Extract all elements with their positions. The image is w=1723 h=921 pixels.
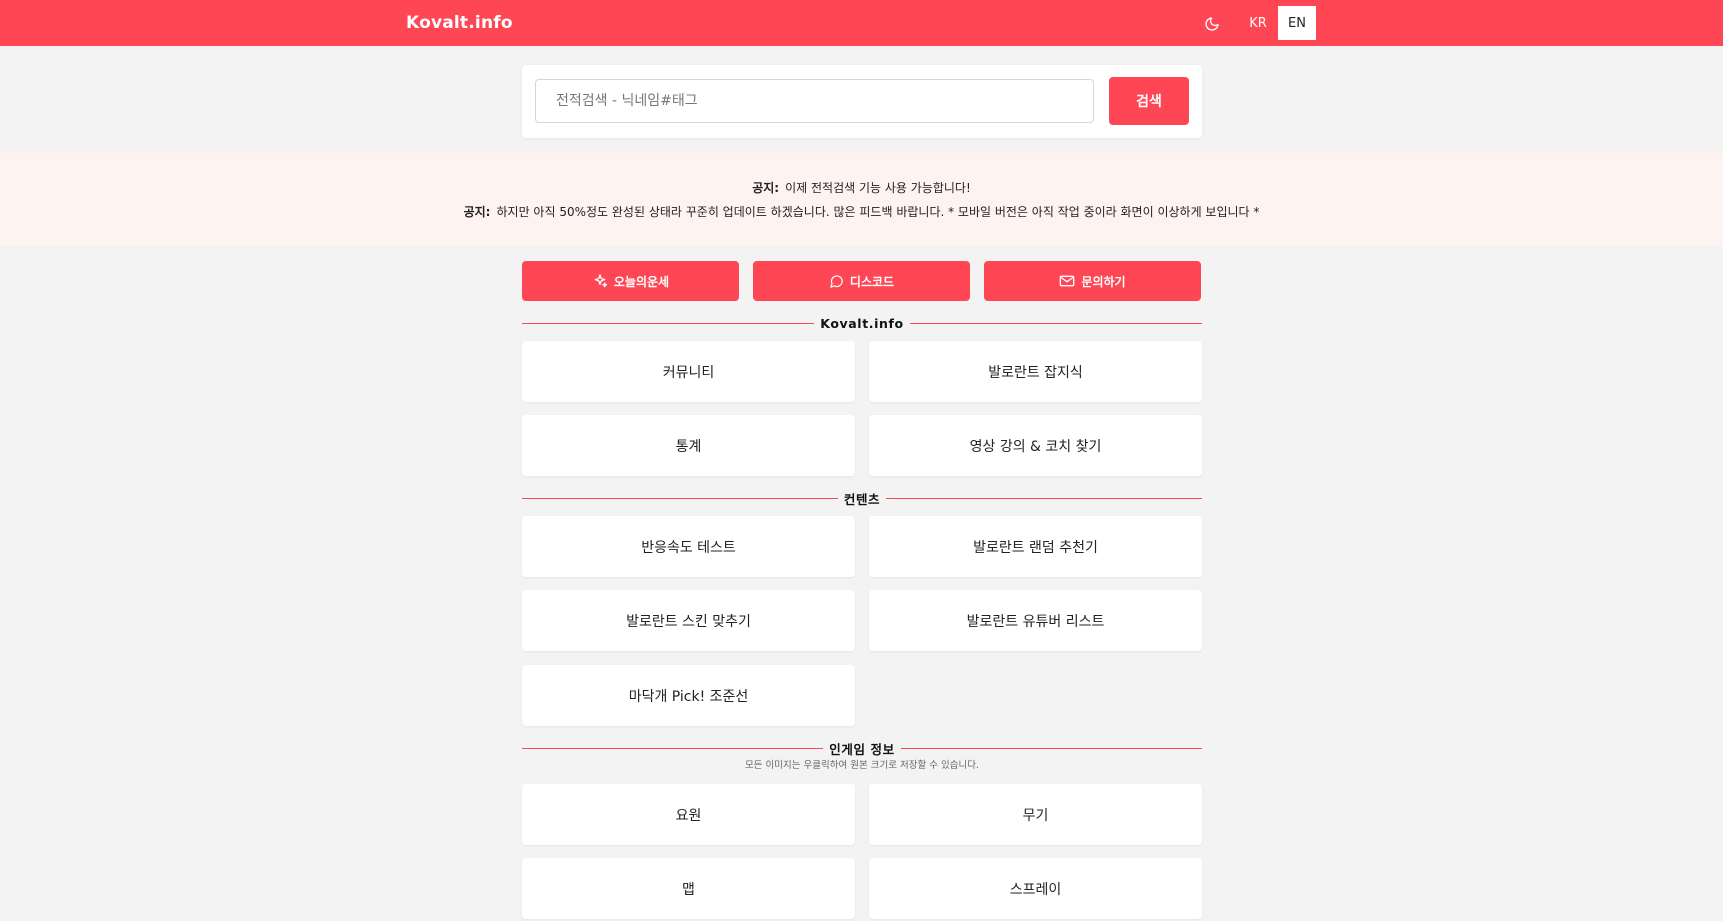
- card-agents[interactable]: 요원: [522, 784, 855, 845]
- sparkle-icon: [592, 273, 608, 289]
- language-en-button[interactable]: EN: [1278, 6, 1316, 40]
- section-subtitle: 모든 이미지는 우클릭하여 원본 크기로 저장할 수 있습니다.: [745, 760, 979, 771]
- divider-line: [909, 322, 1202, 324]
- discord-button[interactable]: 디스코드: [753, 261, 970, 301]
- notice-text: 하지만 아직 50%정도 완성된 상태라 꾸준히 업데이트 하겠습니다. 많은 …: [496, 205, 1260, 219]
- notice-line: 공지: 이제 전적검색 기능 사용 가능합니다!: [0, 179, 1723, 196]
- card-video-coach[interactable]: 영상 강의 & 코치 찾기: [869, 415, 1202, 476]
- divider-line: [522, 322, 815, 324]
- card-maps[interactable]: 맵: [522, 858, 855, 919]
- site-logo[interactable]: Kovalt.info: [406, 13, 513, 33]
- notice-banner: 공지: 이제 전적검색 기능 사용 가능합니다! 공지: 하지만 아직 50%정도 …: [0, 153, 1723, 246]
- search-input[interactable]: [535, 79, 1094, 123]
- section-header-contents: 컨텐츠: [522, 490, 1202, 507]
- contact-button-label: 문의하기: [1081, 274, 1126, 289]
- notice-label: 공지:: [463, 205, 491, 219]
- card-sprays[interactable]: 스프레이: [869, 858, 1202, 919]
- card-trivia[interactable]: 발로란트 잡지식: [869, 341, 1202, 402]
- moon-icon[interactable]: [1201, 13, 1223, 35]
- card-weapons[interactable]: 무기: [869, 784, 1202, 845]
- chat-bubble-icon: [829, 274, 844, 289]
- card-skin-quiz[interactable]: 발로란트 스킨 맞추기: [522, 590, 855, 651]
- divider-line: [886, 497, 1202, 499]
- section-header-site: Kovalt.info: [522, 315, 1202, 331]
- mail-icon: [1059, 274, 1075, 288]
- section-title: Kovalt.info: [820, 315, 904, 331]
- card-statistics[interactable]: 통계: [522, 415, 855, 476]
- divider-line: [900, 747, 1203, 749]
- notice-line: 공지: 하지만 아직 50%정도 완성된 상태라 꾸준히 업데이트 하겠습니다. …: [0, 203, 1723, 220]
- fortune-button[interactable]: 오늘의운세: [522, 261, 739, 301]
- section-header-ingame: 인게임 정보: [522, 740, 1203, 757]
- notice-label: 공지:: [752, 181, 780, 195]
- card-community[interactable]: 커뮤니티: [522, 341, 855, 402]
- section-title: 컨텐츠: [843, 491, 881, 507]
- search-card: 검색: [522, 65, 1202, 138]
- card-random-picker[interactable]: 발로란트 랜덤 추천기: [869, 516, 1202, 577]
- discord-button-label: 디스코드: [849, 274, 895, 289]
- card-youtuber-list[interactable]: 발로란트 유튜버 리스트: [869, 590, 1202, 651]
- notice-text: 이제 전적검색 기능 사용 가능합니다!: [785, 181, 971, 195]
- top-navbar: Kovalt.info KR EN: [0, 0, 1723, 46]
- fortune-button-label: 오늘의운세: [613, 274, 670, 289]
- divider-line: [522, 497, 838, 499]
- search-button[interactable]: 검색: [1109, 77, 1189, 125]
- card-crosshair-pick[interactable]: 마닥개 Pick! 조준선: [522, 665, 855, 726]
- divider-line: [522, 747, 824, 749]
- card-reaction-test[interactable]: 반응속도 테스트: [522, 516, 855, 577]
- contact-button[interactable]: 문의하기: [984, 261, 1201, 301]
- language-kr-button[interactable]: KR: [1239, 6, 1277, 40]
- section-title: 인게임 정보: [829, 741, 895, 757]
